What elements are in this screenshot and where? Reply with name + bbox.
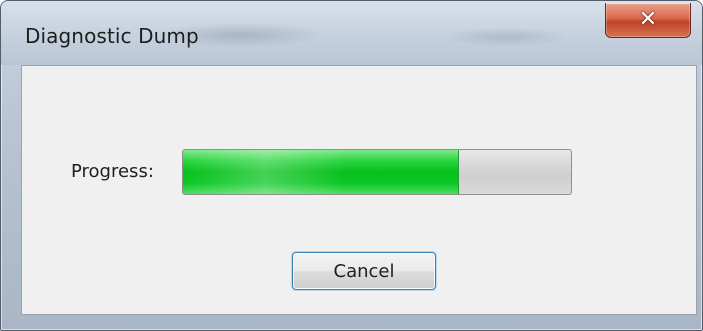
- close-button[interactable]: ✕: [605, 3, 691, 38]
- progress-bar: [182, 149, 572, 195]
- dialog-window: Diagnostic Dump ✕ Progress: Cancel: [0, 0, 703, 331]
- progress-bar-fill: [183, 150, 460, 194]
- close-icon: ✕: [638, 7, 658, 32]
- progress-label: Progress:: [71, 161, 154, 182]
- dialog-body: Progress: Cancel: [21, 65, 697, 315]
- title-bar[interactable]: Diagnostic Dump ✕: [1, 1, 702, 65]
- cancel-button[interactable]: Cancel: [292, 252, 436, 290]
- window-title: Diagnostic Dump: [25, 24, 199, 48]
